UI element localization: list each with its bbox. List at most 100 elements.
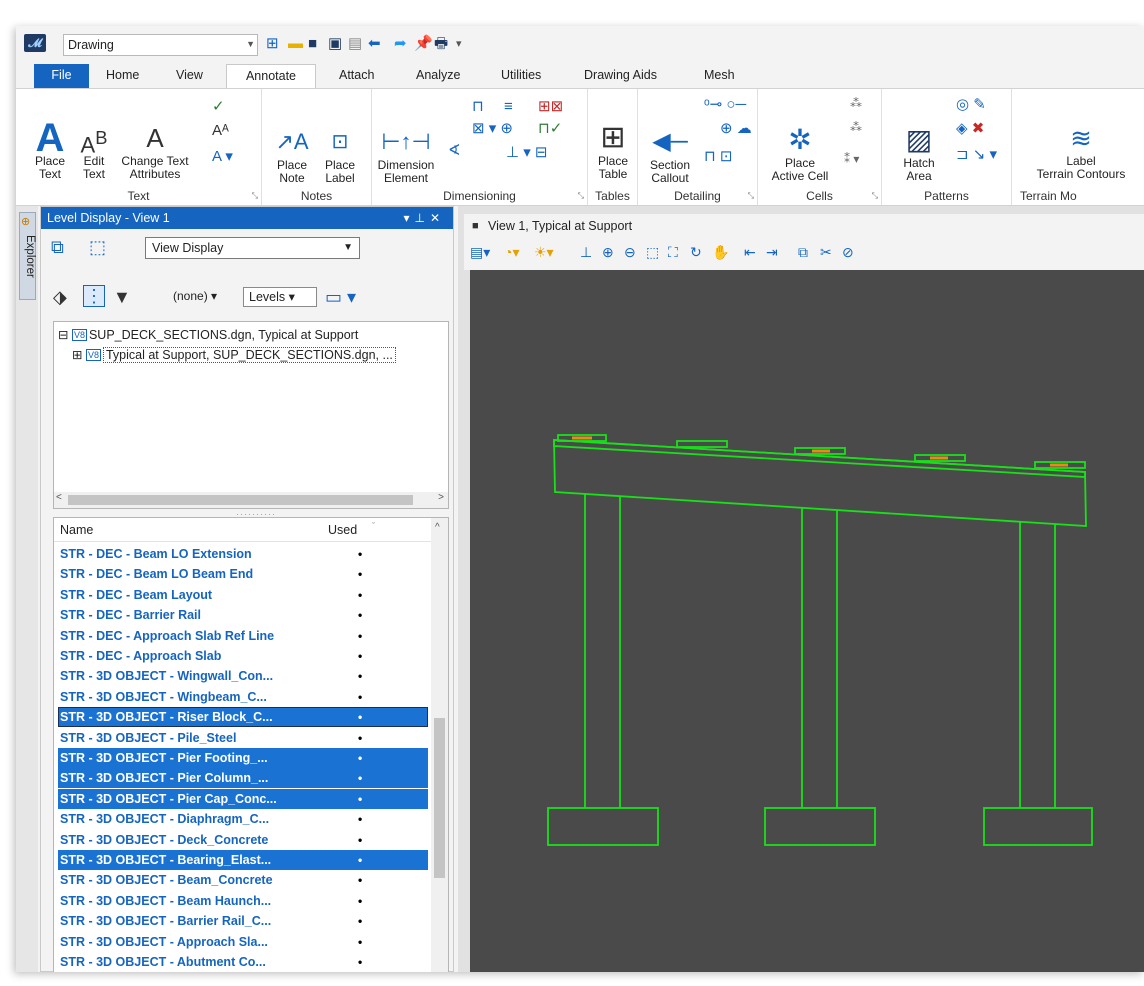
hatch-area-button[interactable]: ▨ Hatch Area <box>898 97 940 183</box>
label-terrain-contours-button[interactable]: ≋ Label Terrain Contours <box>1026 95 1136 181</box>
open-folder-icon[interactable]: ▬ <box>288 35 303 53</box>
edit-text-button[interactable]: AB Edit Text <box>74 95 114 181</box>
level-row[interactable]: STR - DEC - Approach Slab Ref Line • <box>58 626 428 646</box>
customize-icon[interactable]: ▾ <box>456 35 462 53</box>
display-toggle-icon[interactable]: ⧉ <box>51 237 64 257</box>
text-scale-icon[interactable]: Aᴬ <box>212 123 229 139</box>
dim-stack-icon[interactable]: ⊥ ▾ ⊟ <box>506 145 548 161</box>
tab-view[interactable]: View <box>174 64 205 88</box>
view-previous-icon[interactable]: ⇤ <box>744 244 756 261</box>
column-used-header[interactable]: Used <box>328 518 357 542</box>
zoom-out-icon[interactable]: ⊖ <box>624 244 636 261</box>
tab-mesh[interactable]: Mesh <box>702 64 737 88</box>
elevation-icon[interactable]: ⊓ ⊡ <box>704 149 732 165</box>
tab-home[interactable]: Home <box>104 64 141 88</box>
level-row[interactable]: STR - 3D OBJECT - Bearing_Elast... • <box>58 850 428 870</box>
cell-pattern-icon[interactable]: ⁂ <box>850 95 862 111</box>
symbology-icon[interactable]: ▭ ▾ <box>325 287 356 307</box>
view-display-dropdown[interactable]: View Display ▼ <box>145 237 360 259</box>
drawing-canvas[interactable] <box>470 270 1144 972</box>
copy-view-icon[interactable]: ⧉ <box>798 244 808 261</box>
tab-attach[interactable]: Attach <box>337 64 376 88</box>
detail-callout-icon[interactable]: ᵒ⊸ ○─ <box>704 97 746 113</box>
compress-icon[interactable]: ▤ <box>348 35 362 53</box>
filter-selector[interactable]: (none) ▾ <box>173 287 217 305</box>
level-row[interactable]: STR - 3D OBJECT - Pier Cap_Conc... • <box>58 788 428 809</box>
print-icon[interactable]: 🖶 <box>434 35 448 53</box>
tree-node-root[interactable]: ⊟ V8 SUP_DECK_SECTIONS.dgn, Typical at Su… <box>58 326 358 344</box>
dialog-launcher-icon[interactable]: ⤡ <box>748 191 754 201</box>
section-callout-button[interactable]: ◀─ Section Callout <box>642 99 698 185</box>
level-row[interactable]: STR - 3D OBJECT - Pier Column_... • <box>58 768 428 789</box>
pin-icon[interactable]: 📌 <box>414 35 433 53</box>
level-row[interactable]: STR - DEC - Beam Layout • <box>58 585 428 605</box>
window-area-icon[interactable]: ⬚ <box>646 244 659 261</box>
lighting-icon[interactable]: ☀▾ <box>534 244 554 261</box>
dialog-launcher-icon[interactable]: ⤡ <box>252 191 258 201</box>
pin-icon[interactable]: ⊥ <box>414 211 429 225</box>
crosshatch-icon[interactable]: ◎ ✎ <box>956 97 986 113</box>
pattern-icon[interactable]: ◈ ✖ <box>956 121 984 137</box>
level-manager-icon[interactable]: ⬗ <box>53 287 67 307</box>
dim-ordinate-icon[interactable]: ≡ <box>504 99 513 115</box>
dim-geometry-icon[interactable]: ⊞⊠ <box>538 99 563 115</box>
clip-volume-icon[interactable]: ✂ <box>820 244 832 261</box>
save-icon[interactable]: ■ <box>308 35 317 53</box>
level-row[interactable]: STR - DEC - Beam LO Beam End • <box>58 564 428 584</box>
level-row[interactable]: STR - 3D OBJECT - Barrier Rail_C... • <box>58 911 428 931</box>
workflow-selector[interactable]: Drawing ▼ <box>63 34 258 56</box>
dim-angular-icon[interactable]: ⊠ ▾ ⊕ <box>472 121 513 137</box>
tab-analyze[interactable]: Analyze <box>414 64 462 88</box>
tab-utilities[interactable]: Utilities <box>499 64 543 88</box>
level-row[interactable]: STR - 3D OBJECT - Wingwall_Con... • <box>58 666 428 686</box>
dialog-launcher-icon[interactable]: ⤡ <box>872 191 878 201</box>
drawing-boundary-icon[interactable]: ⊕ ☁ <box>720 121 752 137</box>
vertical-scrollbar[interactable]: ^ <box>431 518 448 972</box>
zoom-in-icon[interactable]: ⊕ <box>602 244 614 261</box>
scroll-thumb[interactable] <box>68 495 413 505</box>
app-logo[interactable]: 𝓜 <box>24 34 46 52</box>
change-text-attributes-button[interactable]: A Change Text Attributes <box>116 95 194 181</box>
undo-icon[interactable]: ⬅ <box>368 35 381 53</box>
tab-drawing-aids[interactable]: Drawing Aids <box>582 64 659 88</box>
scroll-up-icon[interactable]: ^ <box>435 522 440 533</box>
scroll-thumb[interactable] <box>434 718 445 878</box>
view-attributes-icon[interactable]: ▤▾ <box>470 244 490 261</box>
display-style-icon[interactable]: ◔▾ <box>504 244 519 261</box>
place-text-button[interactable]: A Place Text <box>30 95 70 181</box>
new-file-icon[interactable]: ⊞ <box>266 35 279 53</box>
level-row[interactable]: STR - DEC - Approach Slab • <box>58 646 428 666</box>
view-next-icon[interactable]: ⇥ <box>766 244 778 261</box>
place-note-button[interactable]: ↗A Place Note <box>270 99 314 185</box>
dim-linear-icon[interactable]: ⊓ <box>472 99 484 115</box>
spell-check-icon[interactable]: ✓ <box>212 99 225 115</box>
rotate-view-icon[interactable]: ↻ <box>690 244 702 261</box>
tab-file[interactable]: File <box>34 64 89 88</box>
close-icon[interactable]: ✕ <box>430 211 445 225</box>
save-settings-icon[interactable]: ▣ <box>328 35 342 53</box>
level-row[interactable]: STR - 3D OBJECT - Pier Footing_... • <box>58 748 428 768</box>
cell-matrix-icon[interactable]: ⁂ <box>850 119 862 135</box>
text-style-icon[interactable]: A ▾ <box>212 149 233 165</box>
place-table-button[interactable]: ⊞ Place Table <box>592 95 634 181</box>
dimension-element-button[interactable]: ⊢↑⊣ Dimension Element <box>374 99 438 185</box>
panel-menu-icon[interactable]: ▾ <box>403 211 414 225</box>
place-label-button[interactable]: ⊡ Place Label <box>318 99 362 185</box>
level-row[interactable]: STR - 3D OBJECT - Diaphragm_C... • <box>58 809 428 829</box>
horizontal-scrollbar[interactable]: < > <box>54 492 448 508</box>
angle-dim-icon[interactable]: ∢ <box>448 143 461 159</box>
tab-annotate[interactable]: Annotate <box>226 64 316 88</box>
place-active-cell-button[interactable]: ✲ Place Active Cell <box>762 97 838 183</box>
linear-pattern-icon[interactable]: ⊐ ↘ ▾ <box>956 147 997 163</box>
tree-node-model[interactable]: ⊞ V8 Typical at Support, SUP_DECK_SECTION… <box>72 346 396 364</box>
level-row[interactable]: STR - 3D OBJECT - Approach Sla... • <box>58 932 428 952</box>
level-row[interactable]: STR - DEC - Barrier Rail • <box>58 605 428 625</box>
level-row[interactable]: STR - 3D OBJECT - Pile_Steel • <box>58 728 428 748</box>
scroll-right-icon[interactable]: > <box>438 492 444 503</box>
level-row[interactable]: STR - 3D OBJECT - Beam Haunch... • <box>58 891 428 911</box>
levels-dropdown[interactable]: Levels ▾ <box>243 287 317 307</box>
dialog-launcher-icon[interactable]: ⤡ <box>578 191 584 201</box>
explorer-tab[interactable]: ⊕ Explorer <box>19 212 36 300</box>
scroll-left-icon[interactable]: < <box>56 492 62 503</box>
view-menu-icon[interactable]: ■ <box>472 214 479 238</box>
